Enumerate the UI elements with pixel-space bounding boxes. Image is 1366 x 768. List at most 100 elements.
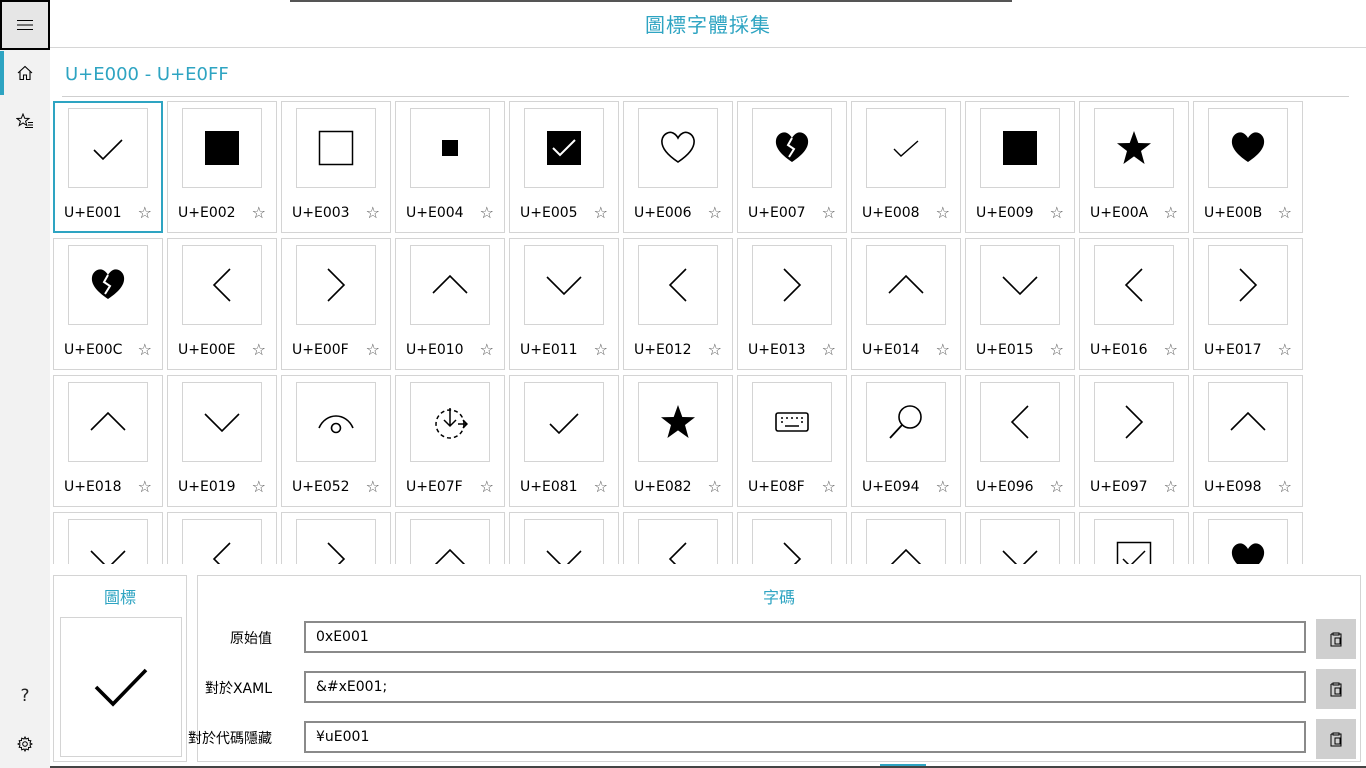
copy-xaml-button[interactable] xyxy=(1316,669,1356,709)
favorite-star-icon[interactable]: ☆ xyxy=(1278,340,1292,359)
range-divider xyxy=(62,96,1349,97)
favorite-star-icon[interactable]: ☆ xyxy=(1050,340,1064,359)
favorite-star-icon[interactable]: ☆ xyxy=(594,203,608,222)
glyph-tile[interactable] xyxy=(509,512,619,564)
glyph-tile[interactable]: U+E010 ☆ xyxy=(395,238,505,370)
nav-settings-button[interactable] xyxy=(0,720,50,768)
nav-home-button[interactable] xyxy=(0,49,50,97)
glyph-tile[interactable]: U+E007 ☆ xyxy=(737,101,847,233)
favorite-star-icon[interactable]: ☆ xyxy=(822,340,836,359)
glyph-tile[interactable]: U+E014 ☆ xyxy=(851,238,961,370)
favorite-star-icon[interactable]: ☆ xyxy=(822,203,836,222)
menu-button[interactable] xyxy=(0,0,50,50)
favorite-star-icon[interactable]: ☆ xyxy=(1050,477,1064,496)
favorite-star-icon[interactable]: ☆ xyxy=(1164,203,1178,222)
glyph-tile[interactable]: U+E004 ☆ xyxy=(395,101,505,233)
favorite-star-icon[interactable]: ☆ xyxy=(252,340,266,359)
glyph-tile[interactable] xyxy=(395,512,505,564)
glyph-tile[interactable] xyxy=(167,512,277,564)
glyph-tile[interactable] xyxy=(965,512,1075,564)
favorite-star-icon[interactable]: ☆ xyxy=(936,203,950,222)
chevron-up-icon xyxy=(888,274,924,294)
glyph-tile[interactable] xyxy=(623,512,733,564)
glyph-tile[interactable]: U+E019 ☆ xyxy=(167,375,277,507)
glyph-tile[interactable] xyxy=(1079,512,1189,564)
favorite-star-icon[interactable]: ☆ xyxy=(594,340,608,359)
chevron-down-icon xyxy=(546,550,582,564)
favorite-star-icon[interactable]: ☆ xyxy=(594,477,608,496)
favorite-star-icon[interactable]: ☆ xyxy=(1278,477,1292,496)
glyph-tile[interactable] xyxy=(53,512,163,564)
favorite-star-icon[interactable]: ☆ xyxy=(708,477,722,496)
favorite-star-icon[interactable]: ☆ xyxy=(366,340,380,359)
favorite-star-icon[interactable]: ☆ xyxy=(1050,203,1064,222)
glyph-tile[interactable]: U+E013 ☆ xyxy=(737,238,847,370)
favorite-star-icon[interactable]: ☆ xyxy=(480,203,494,222)
favorite-star-icon[interactable]: ☆ xyxy=(1278,203,1292,222)
glyph-preview-box xyxy=(980,382,1060,462)
glyph-tile[interactable]: U+E08F ☆ xyxy=(737,375,847,507)
glyph-tile[interactable]: U+E097 ☆ xyxy=(1079,375,1189,507)
glyph-tile[interactable]: U+E00C ☆ xyxy=(53,238,163,370)
favorite-star-icon[interactable]: ☆ xyxy=(366,203,380,222)
glyph-preview-box xyxy=(182,382,262,462)
favorite-star-icon[interactable]: ☆ xyxy=(366,477,380,496)
glyph-preview-box xyxy=(752,382,832,462)
glyph-tile[interactable]: U+E008 ☆ xyxy=(851,101,961,233)
favorite-star-icon[interactable]: ☆ xyxy=(138,203,152,222)
glyph-tile[interactable]: U+E018 ☆ xyxy=(53,375,163,507)
glyph-tile[interactable]: U+E003 ☆ xyxy=(281,101,391,233)
glyph-tile[interactable]: U+E009 ☆ xyxy=(965,101,1075,233)
glyph-tile[interactable]: U+E00B ☆ xyxy=(1193,101,1303,233)
nav-favorites-button[interactable] xyxy=(0,97,50,145)
glyph-tile[interactable]: U+E005 ☆ xyxy=(509,101,619,233)
glyph-tile[interactable]: U+E098 ☆ xyxy=(1193,375,1303,507)
favorite-star-icon[interactable]: ☆ xyxy=(936,477,950,496)
glyph-tile[interactable]: U+E006 ☆ xyxy=(623,101,733,233)
glyph-tile[interactable]: U+E082 ☆ xyxy=(623,375,733,507)
copy-raw-button[interactable] xyxy=(1316,619,1356,659)
glyph-tile[interactable] xyxy=(281,512,391,564)
copy-codebehind-button[interactable] xyxy=(1316,719,1356,759)
favorite-star-icon[interactable]: ☆ xyxy=(480,477,494,496)
favorite-star-icon[interactable]: ☆ xyxy=(822,477,836,496)
favorite-star-icon[interactable]: ☆ xyxy=(138,340,152,359)
glyph-preview-box xyxy=(866,245,946,325)
glyph-tile[interactable]: U+E096 ☆ xyxy=(965,375,1075,507)
glyph-tile[interactable]: U+E012 ☆ xyxy=(623,238,733,370)
glyph-tile[interactable] xyxy=(851,512,961,564)
glyph-tile[interactable]: U+E015 ☆ xyxy=(965,238,1075,370)
glyph-tile[interactable]: U+E016 ☆ xyxy=(1079,238,1189,370)
favorite-star-icon[interactable]: ☆ xyxy=(252,477,266,496)
favorite-star-icon[interactable]: ☆ xyxy=(708,340,722,359)
favorite-star-icon[interactable]: ☆ xyxy=(252,203,266,222)
glyph-tile[interactable]: U+E011 ☆ xyxy=(509,238,619,370)
favorite-star-icon[interactable]: ☆ xyxy=(936,340,950,359)
raw-value-field[interactable] xyxy=(304,621,1306,653)
glyph-tile[interactable]: U+E081 ☆ xyxy=(509,375,619,507)
square-outline-icon xyxy=(318,130,354,166)
app-window: ? 圖標字體採集 U+E000 - U+E0FF U+E001 ☆ U+E002 ☆ U… xyxy=(0,0,1366,768)
glyph-tile[interactable]: U+E07F ☆ xyxy=(395,375,505,507)
codebehind-field[interactable] xyxy=(304,721,1306,753)
glyph-tile[interactable] xyxy=(1193,512,1303,564)
glyph-tile[interactable] xyxy=(737,512,847,564)
glyph-tile[interactable]: U+E017 ☆ xyxy=(1193,238,1303,370)
nav-help-button[interactable]: ? xyxy=(0,672,50,720)
glyph-tile[interactable]: U+E00A ☆ xyxy=(1079,101,1189,233)
glyph-tile[interactable]: U+E00E ☆ xyxy=(167,238,277,370)
glyph-tile[interactable]: U+E002 ☆ xyxy=(167,101,277,233)
glyph-grid[interactable]: U+E001 ☆ U+E002 ☆ U+E003 ☆ U+E004 ☆ U+E005 ☆ U+E00… xyxy=(53,101,1353,564)
favorite-star-icon[interactable]: ☆ xyxy=(138,477,152,496)
glyph-tile[interactable]: U+E00F ☆ xyxy=(281,238,391,370)
heart-outline-icon xyxy=(661,131,695,163)
glyph-tile[interactable]: U+E094 ☆ xyxy=(851,375,961,507)
favorite-star-icon[interactable]: ☆ xyxy=(708,203,722,222)
favorite-star-icon[interactable]: ☆ xyxy=(480,340,494,359)
glyph-tile[interactable]: U+E001 ☆ xyxy=(53,101,163,233)
favorite-star-icon[interactable]: ☆ xyxy=(1164,477,1178,496)
favorite-star-icon[interactable]: ☆ xyxy=(1164,340,1178,359)
icon-preview-panel: 圖標 xyxy=(53,575,187,762)
glyph-tile[interactable]: U+E052 ☆ xyxy=(281,375,391,507)
xaml-field[interactable] xyxy=(304,671,1306,703)
